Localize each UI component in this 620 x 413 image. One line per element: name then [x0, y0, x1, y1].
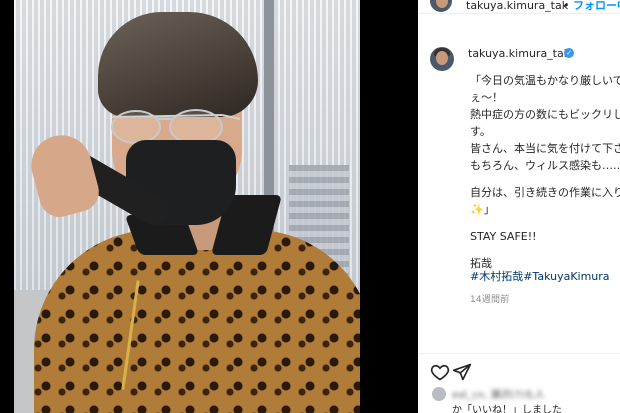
- dark-gap: [360, 0, 418, 413]
- caption-text: 「今日の気温もかなり厳しいで ぇ〜！ 熱中症の方の数にもビックリし す。 皆さん…: [470, 72, 620, 272]
- caption-line: もちろん、ウィルス感染も……。: [470, 159, 620, 172]
- caption-username[interactable]: takuya.kimura_tak: [468, 47, 570, 60]
- caption-line: STAY SAFE!!: [470, 230, 537, 243]
- actions-divider: [418, 353, 620, 354]
- header-separator: •: [563, 0, 570, 12]
- header-avatar[interactable]: [430, 0, 452, 12]
- heart-icon[interactable]: [430, 362, 450, 382]
- caption-line: ✨」: [470, 203, 495, 216]
- post-photo[interactable]: [14, 0, 360, 413]
- hair: [98, 12, 258, 117]
- liker-names[interactable]: est_cn, 瀬沢(7)も人: [452, 386, 545, 401]
- post-actions: [430, 362, 510, 382]
- avatar-face: [436, 51, 448, 65]
- caption-line: ぇ〜！: [470, 91, 503, 104]
- post-timestamp[interactable]: 14週間前: [470, 292, 509, 305]
- caption-line: 自分は、引き続きの作業に入り: [470, 186, 620, 199]
- send-icon[interactable]: [452, 362, 472, 382]
- caption-line: 「今日の気温もかなり厳しいで: [470, 74, 620, 87]
- verified-badge-icon: ✓: [564, 48, 574, 58]
- liker-avatar[interactable]: [432, 387, 446, 401]
- following-button[interactable]: フォロー中: [573, 0, 620, 12]
- post-sidebar: takuya.kimura_tak • フォロー中 takuya.kimura_…: [418, 0, 620, 413]
- caption-line: 皆さん、本当に気を付けて下さ: [470, 142, 620, 155]
- caption-line: す。: [470, 125, 491, 138]
- hashtag-links[interactable]: #木村拓哉#TakuyaKimura: [470, 268, 610, 284]
- left-letterbox: [0, 0, 14, 413]
- caption-line: 熱中症の方の数にもビックリし: [470, 108, 620, 121]
- avatar-face: [436, 0, 448, 8]
- header-username[interactable]: takuya.kimura_tak: [466, 0, 568, 12]
- post-header: takuya.kimura_tak • フォロー中: [418, 0, 620, 14]
- caption-avatar[interactable]: [430, 47, 454, 71]
- likes-summary[interactable]: か「いいね！」しました: [452, 401, 562, 413]
- leopard-shirt: [34, 230, 360, 413]
